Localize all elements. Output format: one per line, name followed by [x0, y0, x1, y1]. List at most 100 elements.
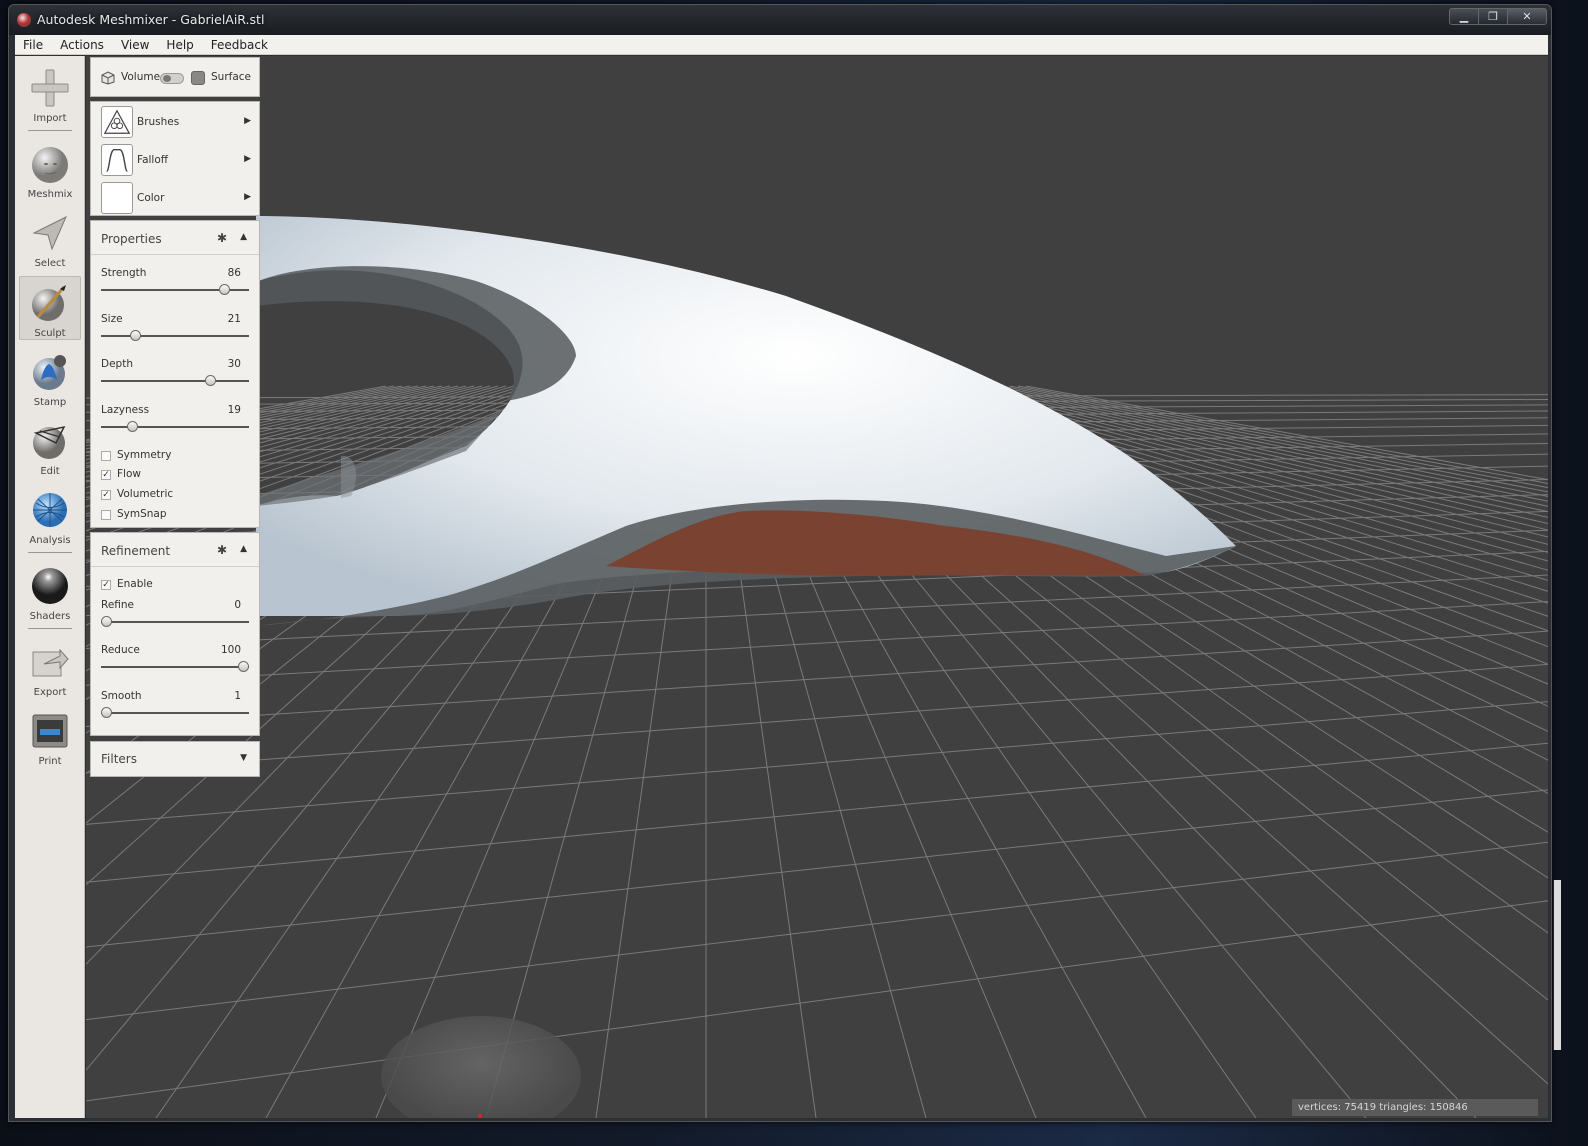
submenu-arrow-icon: ▶: [244, 192, 251, 202]
falloff-menu[interactable]: Falloff ▶: [99, 144, 251, 178]
analysis-button[interactable]: Analysis: [19, 484, 81, 548]
shaders-label: Shaders: [29, 611, 71, 622]
import-button[interactable]: Import: [19, 62, 81, 126]
meshmix-icon: [32, 147, 68, 183]
mesh-stats-status: vertices: 75419 triangles: 150846: [1292, 1099, 1538, 1116]
toolbar-divider: [28, 130, 72, 131]
maximize-button[interactable]: ❐: [1478, 8, 1508, 25]
surface-swatch-icon[interactable]: [191, 71, 205, 85]
enable-checkbox-row[interactable]: ✓ Enable: [101, 578, 241, 594]
menu-view[interactable]: View: [113, 35, 158, 55]
symmetry-checkbox-row[interactable]: Symmetry: [101, 449, 241, 465]
print-button[interactable]: Print: [19, 705, 81, 769]
flow-label: Flow: [117, 468, 141, 480]
flow-checkbox-row[interactable]: ✓ Flow: [101, 468, 241, 484]
stamp-button[interactable]: Stamp: [19, 346, 81, 410]
close-button[interactable]: ✕: [1507, 8, 1547, 25]
lazyness-slider: Lazyness 19: [101, 404, 249, 446]
minimize-button[interactable]: ▁: [1449, 8, 1479, 25]
menu-bar: File Actions View Help Feedback: [15, 35, 1548, 55]
slider-track[interactable]: [101, 380, 249, 382]
reduce-value: 100: [220, 644, 241, 656]
edit-button[interactable]: Edit: [19, 415, 81, 479]
collapse-caret-icon[interactable]: ▲: [240, 232, 247, 242]
color-menu[interactable]: Color ▶: [99, 182, 251, 216]
gear-icon[interactable]: ✱: [217, 543, 227, 557]
export-label: Export: [33, 687, 67, 698]
smooth-slider: Smooth 1: [101, 690, 249, 732]
volumetric-checkbox[interactable]: ✓: [101, 490, 111, 500]
reduce-label: Reduce: [101, 644, 140, 656]
slider-handle[interactable]: [127, 421, 139, 432]
meshmix-button[interactable]: Meshmix: [19, 138, 81, 202]
enable-checkbox[interactable]: ✓: [101, 580, 111, 590]
brushes-menu[interactable]: Brushes ▶: [99, 106, 251, 140]
menu-file[interactable]: File: [15, 35, 52, 55]
stamp-icon: [33, 355, 66, 390]
toolbar-divider: [28, 628, 72, 629]
brush-cursor-sphere: [381, 1016, 581, 1118]
symsnap-checkbox-row[interactable]: SymSnap: [101, 508, 241, 524]
properties-title: Properties: [101, 232, 162, 246]
mode-panel: Volume Surface: [90, 57, 260, 97]
size-value: 21: [227, 313, 241, 325]
grid-line: [86, 742, 1548, 883]
sculpt-icon: [32, 285, 66, 321]
brushes-label: Brushes: [137, 116, 180, 128]
toolbar-divider: [28, 552, 72, 553]
slider-track[interactable]: [101, 666, 249, 668]
slider-track[interactable]: [101, 712, 249, 714]
slider-track[interactable]: [101, 426, 249, 428]
gear-icon[interactable]: ✱: [217, 231, 227, 245]
symsnap-checkbox[interactable]: [101, 510, 111, 520]
smooth-label: Smooth: [101, 690, 142, 702]
slider-handle[interactable]: [101, 707, 112, 718]
menu-feedback[interactable]: Feedback: [203, 35, 277, 55]
volumetric-checkbox-row[interactable]: ✓ Volumetric: [101, 488, 241, 504]
slider-handle[interactable]: [218, 284, 230, 295]
properties-header[interactable]: Properties ✱ ▲: [91, 221, 259, 255]
sculpt-button[interactable]: Sculpt: [19, 276, 81, 340]
refine-value: 0: [234, 599, 241, 611]
export-icon: [32, 648, 69, 677]
3d-viewport[interactable]: vertices: 75419 triangles: 150846: [86, 56, 1548, 1118]
volumetric-label: Volumetric: [117, 488, 174, 500]
filters-panel[interactable]: Filters ▼: [90, 741, 260, 777]
slider-handle[interactable]: [238, 661, 249, 672]
lazyness-value: 19: [227, 404, 241, 416]
scene-canvas[interactable]: [86, 56, 1548, 1118]
window-title: Autodesk Meshmixer - GabrielAiR.stl: [37, 12, 265, 27]
app-window: Autodesk Meshmixer - GabrielAiR.stl ▁ ❐ …: [8, 4, 1552, 1122]
slider-handle[interactable]: [129, 330, 141, 341]
slider-handle[interactable]: [101, 616, 112, 627]
refinement-panel: Refinement ✱ ▲ ✓ Enable Refine 0 Reduce …: [90, 532, 260, 736]
expand-caret-icon[interactable]: ▼: [240, 753, 247, 763]
slider-track[interactable]: [101, 621, 249, 623]
export-button[interactable]: Export: [19, 636, 81, 700]
reduce-slider: Reduce 100: [101, 644, 249, 686]
meshmixer-logo-icon: [17, 13, 31, 27]
import-label: Import: [33, 113, 67, 124]
menu-actions[interactable]: Actions: [52, 35, 113, 55]
brush-options-panel: Brushes ▶ Falloff ▶ Color ▶: [90, 101, 260, 216]
grid-line: [86, 630, 1548, 727]
depth-slider: Depth 30: [101, 358, 249, 400]
shaders-button[interactable]: Shaders: [19, 560, 81, 624]
refinement-header[interactable]: Refinement ✱ ▲: [91, 533, 259, 567]
symmetry-checkbox[interactable]: [101, 451, 111, 461]
volume-surface-toggle[interactable]: [160, 73, 184, 84]
grid-line: [86, 701, 1548, 825]
collapse-caret-icon[interactable]: ▲: [240, 544, 247, 554]
flow-checkbox[interactable]: ✓: [101, 470, 111, 480]
color-swatch-icon: [101, 182, 133, 214]
shaders-icon: [32, 568, 68, 604]
mesh-object[interactable]: [256, 216, 1236, 626]
select-button[interactable]: Select: [19, 207, 81, 271]
title-bar[interactable]: Autodesk Meshmixer - GabrielAiR.stl ▁ ❐ …: [9, 5, 1551, 35]
menu-help[interactable]: Help: [158, 35, 202, 55]
strength-label: Strength: [101, 267, 147, 279]
slider-handle[interactable]: [205, 375, 217, 386]
falloff-curve-icon: [101, 144, 133, 176]
slider-track[interactable]: [101, 335, 249, 337]
edit-label: Edit: [40, 466, 60, 477]
